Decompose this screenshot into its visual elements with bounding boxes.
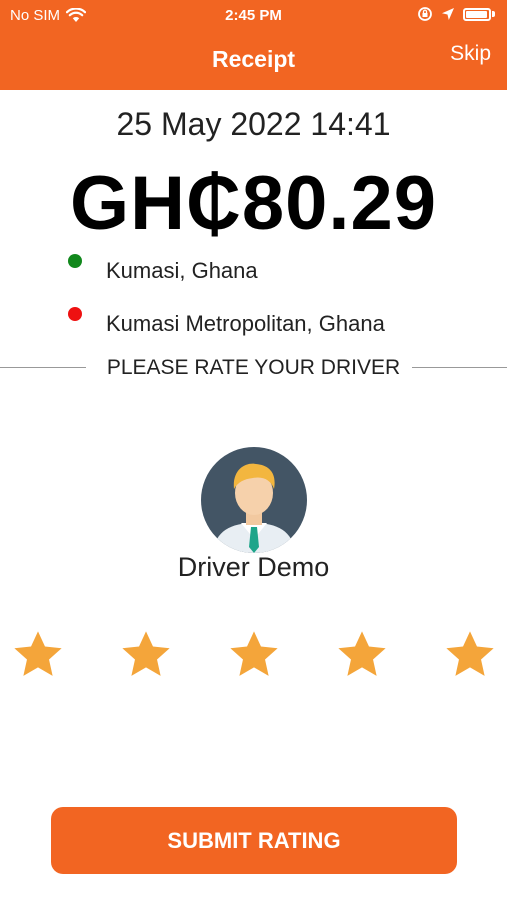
battery-body — [463, 7, 491, 21]
orientation-lock-icon — [418, 7, 432, 21]
pickup-dot-icon — [68, 254, 82, 268]
rating-star-1-icon[interactable] — [11, 628, 65, 682]
dropoff-address: Kumasi Metropolitan, Ghana — [106, 311, 385, 336]
dropoff-dot-icon — [68, 307, 82, 321]
page-title: Receipt — [211, 46, 296, 72]
pickup-address: Kumasi, Ghana — [106, 258, 258, 283]
dropoff-location: Kumasi Metropolitan, Ghana — [68, 307, 385, 337]
battery-icon — [463, 7, 495, 21]
submit-rating-button[interactable]: SUBMIT RATING — [51, 807, 457, 874]
status-bar: No SIM 2:45 PM — [0, 0, 507, 32]
location-arrow-icon — [442, 8, 454, 20]
divider-line-right — [412, 367, 507, 368]
battery-level — [466, 10, 487, 18]
status-right — [417, 6, 495, 22]
driver-avatar — [201, 447, 307, 553]
fare-amount: GH₵80.29 — [69, 161, 438, 246]
rating-star-3-icon[interactable] — [227, 628, 281, 682]
pickup-location: Kumasi, Ghana — [68, 254, 258, 284]
skip-button[interactable]: Skip — [450, 42, 491, 66]
battery-cap — [492, 11, 495, 17]
rate-driver-divider: PLEASE RATE YOUR DRIVER — [0, 354, 507, 382]
driver-name: Driver Demo — [177, 552, 330, 582]
rating-star-4-icon[interactable] — [335, 628, 389, 682]
app-header: No SIM 2:45 PM Receipt Skip — [0, 0, 507, 90]
receipt-datetime: 25 May 2022 14:41 — [116, 106, 391, 142]
rate-driver-prompt: PLEASE RATE YOUR DRIVER — [106, 356, 401, 379]
rating-star-5-icon[interactable] — [443, 628, 497, 682]
rating-star-2-icon[interactable] — [119, 628, 173, 682]
